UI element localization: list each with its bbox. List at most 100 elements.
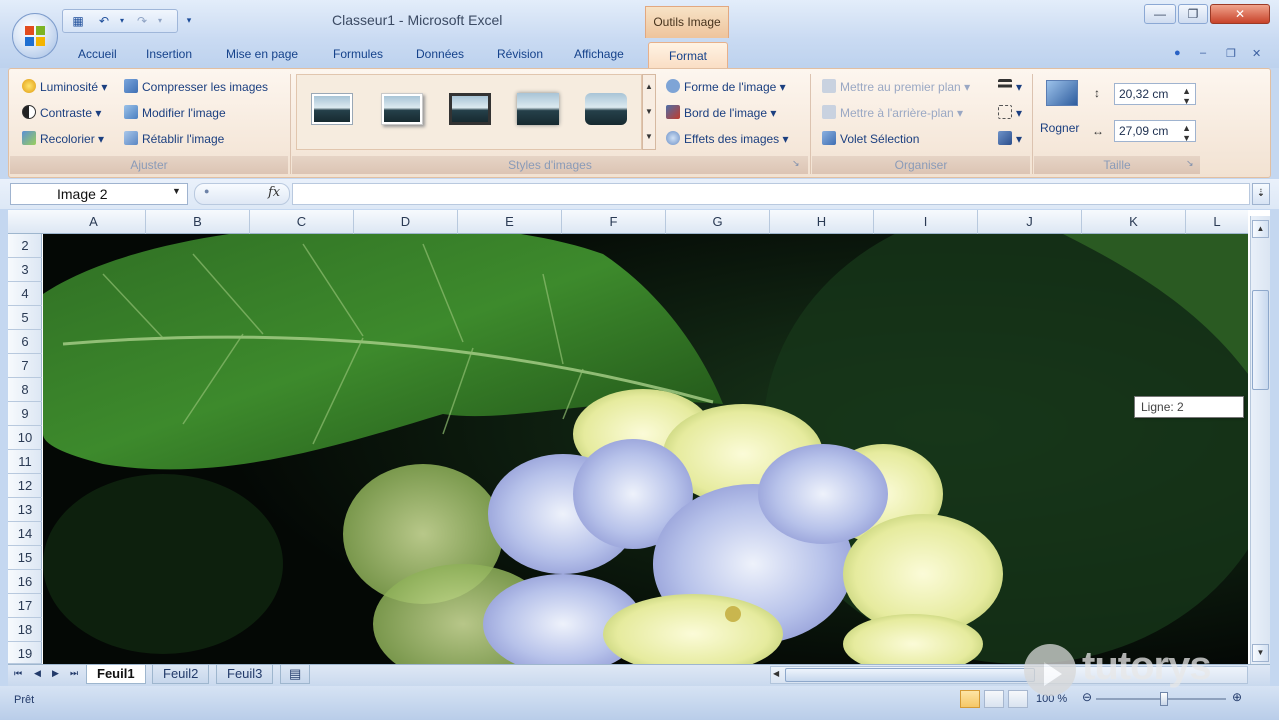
column-header[interactable]: I <box>874 210 978 234</box>
width-input[interactable]: 27,09 cm ▲ ▼ <box>1114 120 1196 143</box>
row-header[interactable]: 15 <box>8 546 42 570</box>
redo-icon[interactable]: ↷ <box>135 14 149 28</box>
undo-icon[interactable]: ↶ <box>97 14 111 28</box>
column-header[interactable]: E <box>458 210 562 234</box>
row-header[interactable]: 5 <box>8 306 42 330</box>
insert-sheet-icon[interactable]: ▤ <box>280 665 311 684</box>
align-button[interactable]: ▾ <box>998 79 1022 94</box>
redo-dropdown-icon[interactable]: ▾ <box>153 14 167 28</box>
column-header[interactable]: D <box>354 210 458 234</box>
page-layout-view-button[interactable] <box>984 690 1004 708</box>
column-header[interactable]: L <box>1186 210 1248 234</box>
tab-insertion[interactable]: Insertion <box>146 47 192 61</box>
rogner-button[interactable]: Rogner <box>1040 121 1079 135</box>
insert-function-button[interactable]: fx <box>268 185 280 200</box>
row-header[interactable]: 19 <box>8 642 42 664</box>
scroll-left-icon[interactable]: ◀ <box>773 669 779 678</box>
row-header[interactable]: 14 <box>8 522 42 546</box>
tab-format[interactable]: Format <box>648 42 728 70</box>
next-sheet-icon[interactable]: ▶ <box>52 668 59 679</box>
tab-mise-en-page[interactable]: Mise en page <box>226 47 298 61</box>
ribbon-minimize-icon[interactable]: – <box>1200 47 1206 59</box>
picture-style-3[interactable] <box>449 93 491 125</box>
sheet-tab-feuil2[interactable]: Feuil2 <box>152 665 210 684</box>
name-box-dropdown-icon[interactable]: ▼ <box>172 186 181 196</box>
row-header[interactable]: 3 <box>8 258 42 282</box>
save-icon[interactable]: ▦ <box>71 14 85 28</box>
recolorier-button[interactable]: Recolorier ▾ <box>22 131 104 146</box>
minimize-button[interactable]: — <box>1144 4 1176 24</box>
picture-style-2[interactable] <box>381 93 423 125</box>
forme-image-button[interactable]: Forme de l'image ▾ <box>666 79 786 94</box>
prev-sheet-icon[interactable]: ◀ <box>34 668 41 679</box>
vertical-scroll-thumb[interactable] <box>1252 290 1269 390</box>
name-box[interactable]: Image 2 <box>10 183 188 205</box>
row-header[interactable]: 6 <box>8 330 42 354</box>
column-header[interactable]: J <box>978 210 1082 234</box>
column-header[interactable]: G <box>666 210 770 234</box>
row-header[interactable]: 8 <box>8 378 42 402</box>
column-header[interactable]: A <box>42 210 146 234</box>
arriere-plan-button[interactable]: Mettre à l'arrière-plan ▾ <box>822 105 963 120</box>
column-header[interactable]: B <box>146 210 250 234</box>
column-header[interactable]: F <box>562 210 666 234</box>
row-header[interactable]: 16 <box>8 570 42 594</box>
inserted-picture[interactable] <box>43 234 1248 664</box>
column-header[interactable]: K <box>1082 210 1186 234</box>
ribbon-close-icon[interactable]: ✕ <box>1252 47 1261 60</box>
column-header[interactable]: C <box>250 210 354 234</box>
styles-dialog-launcher-icon[interactable]: ↘ <box>792 158 800 169</box>
gallery-down-icon[interactable]: ▼ <box>643 100 655 124</box>
close-button[interactable]: ✕ <box>1210 4 1270 24</box>
first-sheet-icon[interactable]: ⏮ <box>14 668 22 679</box>
gallery-up-icon[interactable]: ▲ <box>643 75 655 99</box>
picture-style-1[interactable] <box>311 93 353 125</box>
row-header[interactable]: 12 <box>8 474 42 498</box>
rotate-button[interactable]: ▾ <box>998 131 1022 146</box>
group-objects-button[interactable]: ▾ <box>998 105 1022 120</box>
office-button[interactable] <box>12 13 58 59</box>
scroll-up-icon[interactable]: ▲ <box>1252 220 1269 238</box>
normal-view-button[interactable] <box>960 690 980 708</box>
height-spin-icon[interactable]: ▲ ▼ <box>1182 86 1191 106</box>
size-dialog-launcher-icon[interactable]: ↘ <box>1186 158 1194 169</box>
customize-qat-icon[interactable]: ▾ <box>182 13 196 27</box>
tab-revision[interactable]: Révision <box>497 47 543 61</box>
row-header[interactable]: 10 <box>8 426 42 450</box>
compresser-button[interactable]: Compresser les images <box>124 79 268 94</box>
height-input[interactable]: 20,32 cm ▲ ▼ <box>1114 83 1196 106</box>
picture-style-4[interactable] <box>517 93 559 125</box>
help-icon[interactable]: ● <box>1174 47 1181 59</box>
modifier-image-button[interactable]: Modifier l'image <box>124 105 226 120</box>
width-spin-icon[interactable]: ▲ ▼ <box>1182 123 1191 143</box>
row-header[interactable]: 17 <box>8 594 42 618</box>
formula-input[interactable] <box>292 183 1250 205</box>
tab-affichage[interactable]: Affichage <box>574 47 624 61</box>
undo-dropdown-icon[interactable]: ▾ <box>115 14 129 28</box>
column-header[interactable]: H <box>770 210 874 234</box>
row-header[interactable]: 2 <box>8 234 42 258</box>
row-header[interactable]: 18 <box>8 618 42 642</box>
bord-image-button[interactable]: Bord de l'image ▾ <box>666 105 776 120</box>
maximize-button[interactable]: ❐ <box>1178 4 1208 24</box>
vertical-scrollbar[interactable]: ▲ ▼ <box>1250 216 1270 664</box>
expand-formula-bar-icon[interactable]: ⇣ <box>1252 183 1270 205</box>
gallery-more-icon[interactable]: ▼ <box>643 125 655 149</box>
sheet-tab-feuil3[interactable]: Feuil3 <box>216 665 274 684</box>
sheet-tab-feuil1[interactable]: Feuil1 <box>86 665 146 684</box>
luminosite-button[interactable]: Luminosité ▾ <box>22 79 107 94</box>
volet-selection-button[interactable]: Volet Sélection <box>822 131 919 146</box>
tab-donnees[interactable]: Données <box>416 47 464 61</box>
tab-formules[interactable]: Formules <box>333 47 383 61</box>
effets-images-button[interactable]: Effets des images ▾ <box>666 131 789 146</box>
contraste-button[interactable]: Contraste ▾ <box>22 105 101 120</box>
row-header[interactable]: 13 <box>8 498 42 522</box>
ribbon-restore-icon[interactable]: ❐ <box>1226 47 1236 60</box>
picture-style-5[interactable] <box>585 93 627 125</box>
row-header[interactable]: 7 <box>8 354 42 378</box>
row-header[interactable]: 4 <box>8 282 42 306</box>
tab-accueil[interactable]: Accueil <box>78 47 117 61</box>
retablir-image-button[interactable]: Rétablir l'image <box>124 131 224 146</box>
row-header[interactable]: 9 <box>8 402 42 426</box>
crop-icon[interactable] <box>1046 80 1078 106</box>
